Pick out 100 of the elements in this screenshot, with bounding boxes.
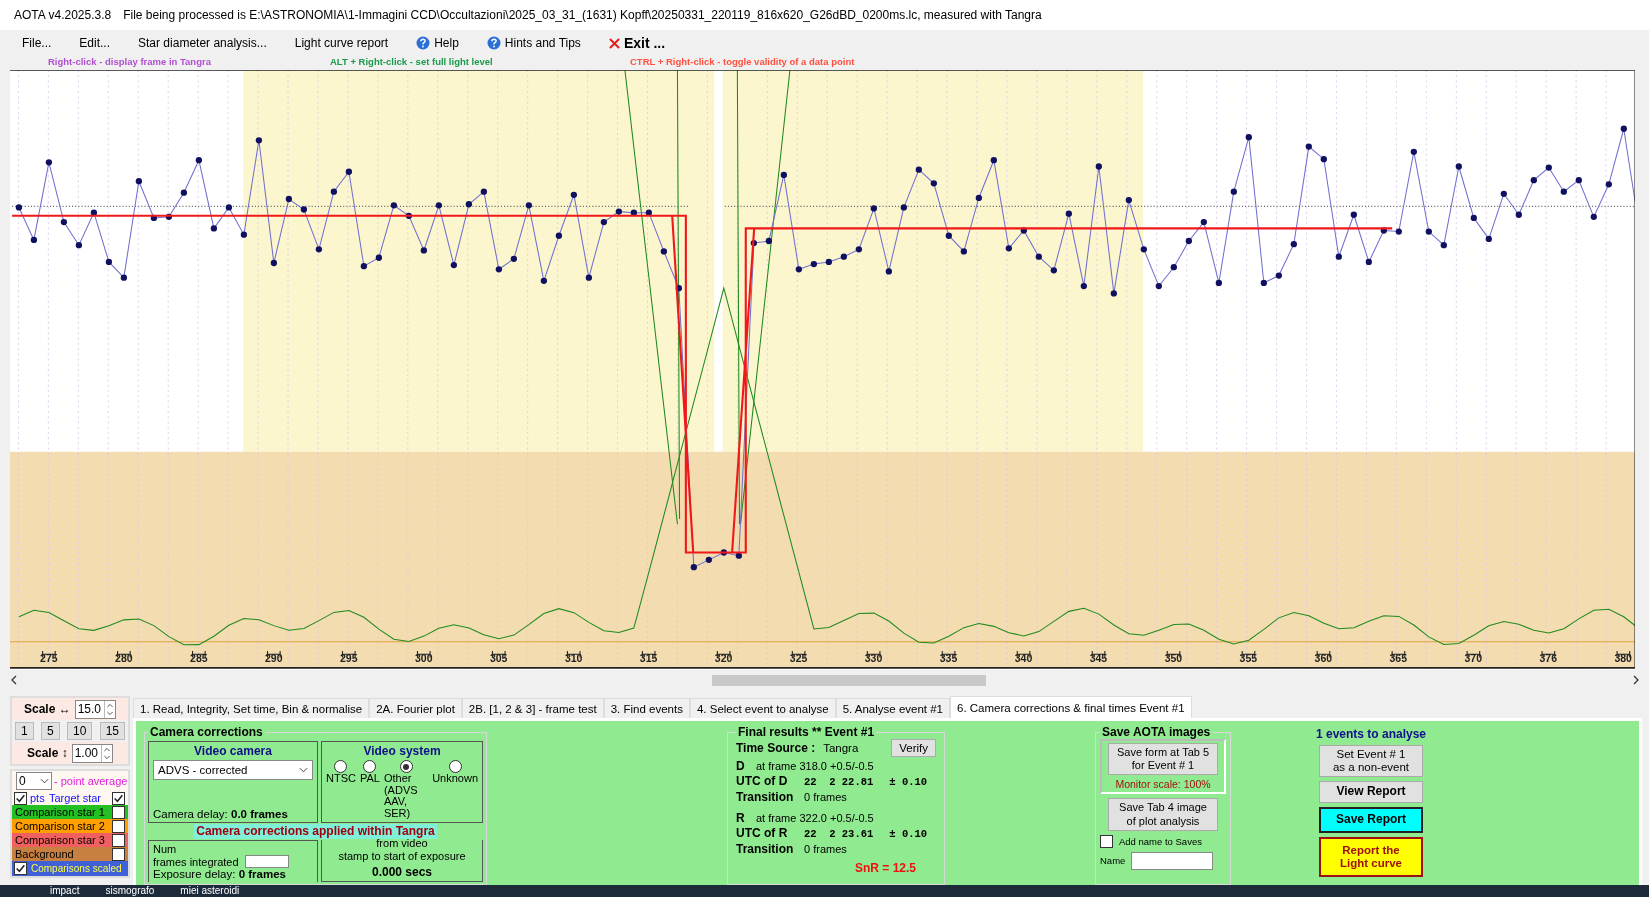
points-label: pts: [30, 792, 45, 804]
menu-item[interactable]: File...: [12, 34, 62, 52]
desktop-icon-label[interactable]: sismografo: [105, 886, 155, 896]
checkbox[interactable]: [1100, 834, 1113, 848]
spin-arrows-icon[interactable]: [104, 700, 116, 718]
scroll-thumb[interactable]: [712, 675, 986, 686]
radio-button[interactable]: [448, 760, 462, 773]
caret-icon[interactable]: [299, 767, 308, 773]
utc-uncertainty: ± 0.10: [889, 827, 928, 842]
utc-label: UTC of R: [736, 826, 789, 841]
hint-text: CTRL + Right-click - toggle validity of a data point: [630, 56, 855, 69]
point-average-dropdown[interactable]: 0: [16, 772, 52, 790]
tick-label: 290: [265, 652, 283, 664]
app-version: AOTA v4.2025.3.8: [14, 8, 112, 22]
transition-value: 0 frames: [804, 842, 847, 857]
star-label: Target star: [49, 792, 101, 804]
verify-button[interactable]: Verify: [891, 739, 936, 757]
checkbox[interactable]: [14, 791, 27, 805]
caret-icon[interactable]: [40, 778, 49, 784]
tick-label: 295: [340, 652, 358, 664]
close-icon: [608, 37, 620, 49]
monitor-scale-label: Monitor scale: 100%: [1115, 778, 1211, 791]
scale-label: Scale ↔: [23, 702, 71, 716]
action-button[interactable]: Report the Light curve: [1319, 837, 1423, 878]
tick-label: 370: [1464, 652, 1483, 664]
scale-spinner[interactable]: 1.00: [71, 743, 114, 763]
menu-item[interactable]: Star diameter analysis...: [128, 34, 277, 52]
action-button[interactable]: Save Report: [1319, 807, 1423, 834]
radio-label: Other (ADVS AAV, SER): [383, 773, 419, 820]
offset-label: from video stamp to start of exposure: [338, 836, 466, 863]
group-title: Final results ** Event #1: [737, 725, 876, 739]
tab[interactable]: 1. Read, Integrity, Set time, Bin & normalise: [133, 698, 370, 718]
frame-text: at frame 318.0 +0.5/-0.5: [756, 759, 874, 774]
window-title: File being processed is E:\ASTRONOMIA\1-Immagini CCD\Occultazioni\2025_03_31_(1631) Kopff\20250331_220119_816x620_G26dBD_0200ms.lc, measured with Tangra: [123, 8, 1042, 22]
save-image-button[interactable]: Save Tab 4 image of plot analysis: [1108, 798, 1218, 831]
action-button[interactable]: Set Event # 1 as a non-event: [1319, 745, 1423, 778]
scale-preset-button[interactable]: 1: [15, 722, 34, 740]
utc-value: 22 2 22.81: [804, 775, 874, 790]
tick-label: 345: [1089, 652, 1108, 664]
radio-label: PAL: [359, 773, 380, 785]
tab[interactable]: 5. Analyse event #1: [835, 698, 950, 718]
star-label: Background: [15, 848, 74, 860]
checkbox[interactable]: [112, 847, 125, 861]
tick-label: 360: [1314, 652, 1333, 664]
radio-button[interactable]: [334, 760, 348, 773]
time-source-value: Tangra: [823, 742, 859, 754]
tick-label: 305: [489, 652, 508, 664]
tab[interactable]: 2B. [1, 2 & 3] - frame test: [461, 698, 604, 718]
tick-label: 350: [1164, 652, 1183, 664]
input-field[interactable]: [244, 855, 289, 869]
tab[interactable]: 6. Camera corrections & final times Event #1: [950, 696, 1192, 718]
events-count: 1 events to analyse: [1315, 727, 1427, 741]
tick-label: 325: [789, 652, 808, 664]
tab[interactable]: 4. Select event to analyse: [689, 698, 836, 718]
menu-item[interactable]: Edit...: [69, 34, 121, 52]
desktop-icon-label[interactable]: impact: [50, 886, 80, 896]
scale-preset-button[interactable]: 10: [66, 722, 93, 740]
scale-spinner[interactable]: 15.0: [74, 699, 117, 719]
name-field[interactable]: [1131, 851, 1214, 870]
event-letter: R: [736, 811, 746, 826]
camera-dropdown[interactable]: ADVS - corrected: [153, 760, 313, 780]
tick-label: 275: [40, 652, 58, 664]
checkbox[interactable]: [14, 862, 27, 875]
scroll-left-icon[interactable]: [10, 675, 18, 685]
tab[interactable]: 2A. Fourier plot: [369, 698, 462, 718]
transition-label: Transition: [736, 790, 795, 805]
desktop-icon-label[interactable]: miei asteroidi: [180, 886, 240, 896]
frames-label: Num: [153, 843, 178, 856]
menu-item[interactable]: Exit ...: [598, 33, 676, 53]
hint-text: ALT + Right-click - set full light level: [330, 56, 494, 69]
checkbox[interactable]: [112, 819, 125, 833]
action-button[interactable]: View Report: [1319, 781, 1423, 804]
tab[interactable]: 3. Find events: [603, 698, 690, 718]
scale-preset-button[interactable]: 5: [41, 722, 60, 740]
transition-label: Transition: [736, 842, 795, 857]
scale-preset-button[interactable]: 15: [99, 722, 125, 740]
menu-item[interactable]: Hints and Tips: [476, 34, 591, 52]
offset-value: 0.000 secs: [371, 865, 433, 879]
menu-item[interactable]: Help: [406, 34, 469, 52]
tick-label: 355: [1239, 652, 1258, 664]
group-title: Video system: [362, 744, 442, 758]
tick-label: 365: [1389, 652, 1408, 664]
checkbox[interactable]: [112, 805, 125, 819]
spin-arrows-icon[interactable]: [101, 744, 113, 762]
group-title: Video camera: [193, 744, 273, 758]
tick-label: 335: [939, 652, 958, 664]
radio-button[interactable]: [399, 760, 413, 773]
checkbox[interactable]: [112, 833, 125, 847]
scroll-right-icon[interactable]: [1632, 675, 1640, 685]
radio-button[interactable]: [363, 760, 377, 773]
tick-label: 330: [864, 652, 883, 664]
scale-label: Scale ↕: [26, 746, 68, 760]
add-name-label: Add name to Saves: [1119, 835, 1202, 847]
group-title: Camera corrections: [149, 725, 264, 739]
menu-item[interactable]: Light curve report: [284, 34, 399, 52]
save-form-button[interactable]: Save form at Tab 5 for Event # 1: [1108, 743, 1218, 776]
event-letter: D: [736, 759, 746, 774]
checkbox[interactable]: [112, 791, 125, 805]
comparisons-scaled-label: Comparisons scaled: [31, 863, 122, 874]
help-icon: [486, 36, 501, 50]
